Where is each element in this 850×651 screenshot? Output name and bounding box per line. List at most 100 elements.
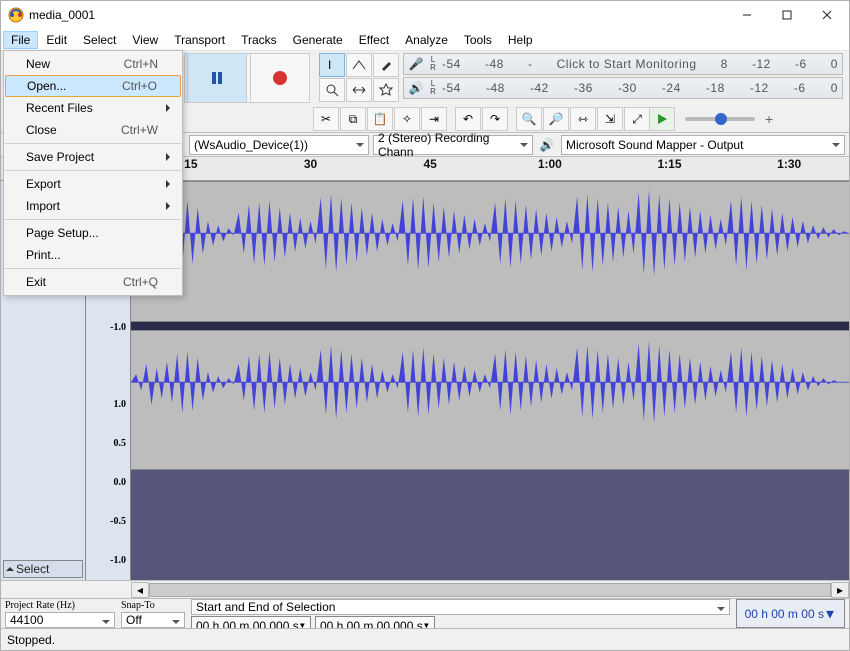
menu-tracks[interactable]: Tracks	[233, 31, 285, 49]
draw-tool[interactable]	[373, 53, 399, 77]
horizontal-scrollbar[interactable]: ◂ ▸	[1, 580, 849, 598]
menu-page-setup[interactable]: Page Setup...	[4, 222, 182, 244]
maximize-button[interactable]	[767, 1, 807, 29]
menu-print[interactable]: Print...	[4, 244, 182, 266]
speaker-icon: 🔊	[537, 138, 557, 152]
shortcut: Ctrl+O	[122, 79, 157, 93]
edit-toolbar: ✂ ⧉ 📋 ✧ ⇥ ↶ ↷ 🔍 🔎 ⇿ ⇲ ⤢	[313, 107, 650, 131]
redo-button[interactable]: ↷	[482, 107, 508, 131]
envelope-tool[interactable]	[346, 53, 372, 77]
recording-channels-combo[interactable]: 2 (Stereo) Recording Chann	[373, 135, 533, 155]
menu-new[interactable]: New Ctrl+N	[4, 53, 182, 75]
waveform-column	[131, 181, 849, 580]
app-window: media_0001 File Edit Select View Transpo…	[0, 0, 850, 651]
undo-button[interactable]: ↶	[455, 107, 481, 131]
scroll-right-button[interactable]: ▸	[831, 582, 849, 598]
snap-to-combo[interactable]: Off	[121, 612, 185, 628]
minimize-button[interactable]	[727, 1, 767, 29]
titlebar: media_0001	[1, 1, 849, 29]
label: Exit	[26, 275, 46, 289]
timeshift-tool[interactable]	[346, 78, 372, 102]
menu-exit[interactable]: ExitCtrl+Q	[4, 271, 182, 293]
menu-import[interactable]: Import	[4, 195, 182, 217]
scroll-left-button[interactable]: ◂	[131, 582, 149, 598]
tick: 1:30	[729, 157, 849, 171]
zoom-toggle-button[interactable]: ⤢	[624, 107, 650, 131]
menu-recent-files[interactable]: Recent Files	[4, 97, 182, 119]
selection-type-combo[interactable]: Start and End of Selection	[191, 599, 730, 615]
channel-divider	[131, 322, 849, 330]
separator	[5, 219, 181, 220]
silence-button[interactable]: ⇥	[421, 107, 447, 131]
menu-new-label: New	[26, 57, 50, 71]
menubar: File Edit Select View Transport Tracks G…	[1, 29, 849, 51]
copy-button[interactable]: ⧉	[340, 107, 366, 131]
combo-value: Off	[126, 613, 142, 627]
meter-scale: -54 -48 - Click to Start Monitoring 8 -1…	[438, 57, 842, 71]
volume-slider[interactable]	[685, 117, 755, 121]
fit-selection-button[interactable]: ⇿	[570, 107, 596, 131]
meters: 🎤 LR -54 -48 - Click to Start Monitoring…	[403, 53, 843, 101]
menu-edit[interactable]: Edit	[38, 31, 75, 49]
zoom-in-button[interactable]: 🔍	[516, 107, 542, 131]
zoom-out-button[interactable]: 🔎	[543, 107, 569, 131]
recording-meter[interactable]: 🎤 LR -54 -48 - Click to Start Monitoring…	[403, 53, 843, 75]
tool-grid: I	[319, 53, 399, 102]
playback-meter[interactable]: 🔊 LR -54 -48 -42 -36 -30 -24 -18 -12 -6 …	[403, 77, 843, 99]
snap-to-label: Snap-To	[121, 599, 155, 611]
menu-help[interactable]: Help	[500, 31, 541, 49]
scroll-thumb[interactable]	[149, 583, 831, 597]
record-button[interactable]	[250, 53, 310, 103]
shortcut: Ctrl+N	[124, 57, 158, 71]
menu-view[interactable]: View	[124, 31, 166, 49]
menu-generate[interactable]: Generate	[285, 31, 351, 49]
menu-select[interactable]: Select	[75, 31, 124, 49]
selection-tool[interactable]: I	[319, 53, 345, 77]
playback-device-combo[interactable]: Microsoft Sound Mapper - Output	[561, 135, 845, 155]
multi-tool[interactable]	[373, 78, 399, 102]
close-button[interactable]	[807, 1, 847, 29]
waveform-channel-right[interactable]	[131, 330, 849, 471]
combo-value: 44100	[10, 613, 43, 627]
audio-position-display[interactable]: 00 h 00 m 00 s▾	[736, 599, 845, 628]
menu-close[interactable]: Close Ctrl+W	[4, 119, 182, 141]
label: Export	[26, 177, 61, 191]
slider-knob[interactable]	[715, 113, 727, 125]
playback-controls-small: +	[649, 107, 775, 131]
label: Close	[26, 123, 57, 137]
menu-transport[interactable]: Transport	[166, 31, 233, 49]
tick: 30	[251, 157, 371, 171]
menu-open[interactable]: Open...Ctrl+O	[5, 75, 181, 97]
speaker-icon: 🔊	[404, 81, 428, 95]
menu-export[interactable]: Export	[4, 173, 182, 195]
fit-project-button[interactable]: ⇲	[597, 107, 623, 131]
paste-button[interactable]: 📋	[367, 107, 393, 131]
play-small-button[interactable]	[649, 107, 675, 131]
label: Print...	[26, 248, 61, 262]
track-select-button[interactable]: Select	[3, 560, 83, 578]
project-rate-combo[interactable]: 44100	[5, 612, 115, 628]
window-title: media_0001	[29, 8, 727, 22]
cut-button[interactable]: ✂	[313, 107, 339, 131]
file-menu-dropdown: New Ctrl+N Open...Ctrl+O Recent Files Clo…	[3, 50, 183, 296]
tick: 45	[370, 157, 490, 171]
trim-button[interactable]: ✧	[394, 107, 420, 131]
menu-tools[interactable]: Tools	[456, 31, 500, 49]
empty-track-area[interactable]	[131, 470, 849, 580]
menu-file[interactable]: File	[3, 31, 38, 49]
waveform-channel-left[interactable]	[131, 181, 849, 322]
project-rate-label: Project Rate (Hz)	[5, 599, 75, 611]
menu-analyze[interactable]: Analyze	[397, 31, 456, 49]
pause-button[interactable]	[187, 53, 247, 103]
meter-scale: -54 -48 -42 -36 -30 -24 -18 -12 -6 0	[438, 81, 842, 95]
shortcut: Ctrl+W	[121, 123, 158, 137]
separator	[5, 268, 181, 269]
separator	[5, 170, 181, 171]
plus-icon: +	[765, 111, 775, 127]
menu-save-project[interactable]: Save Project	[4, 146, 182, 168]
tick: 1:15	[610, 157, 730, 171]
recording-device-combo[interactable]: (WsAudio_Device(1))	[189, 135, 369, 155]
zoom-tool[interactable]	[319, 78, 345, 102]
combo-value: 2 (Stereo) Recording Chann	[378, 131, 516, 159]
menu-effect[interactable]: Effect	[351, 31, 397, 49]
